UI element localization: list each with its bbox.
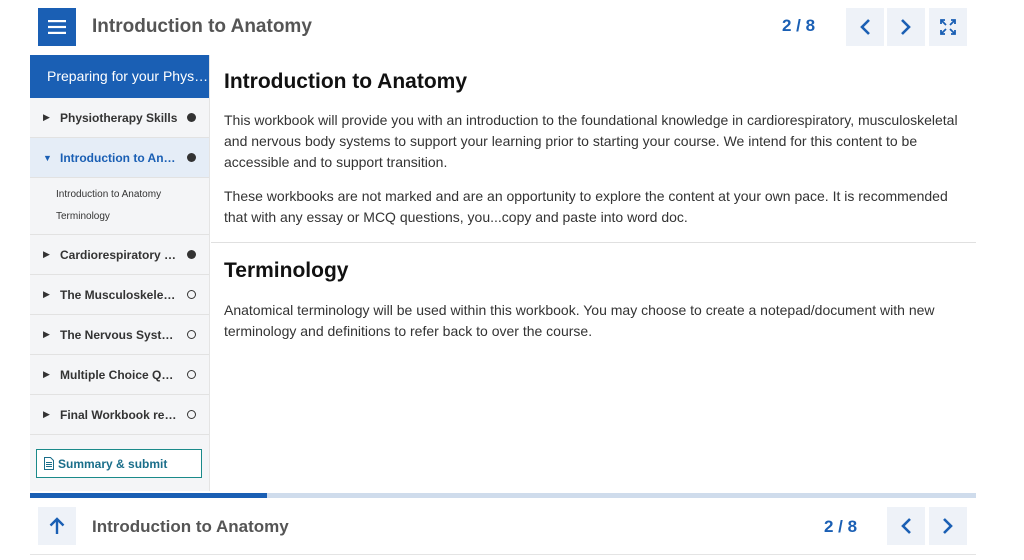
section-paragraph: This workbook will provide you with an i…: [224, 112, 958, 170]
subitem-introduction-to-anatomy[interactable]: Introduction to Anatomy: [56, 184, 209, 206]
sidebar-item-label: Introduction to Anatomy: [60, 150, 178, 165]
section-introduction: Introduction to Anatomy This workbook wi…: [211, 55, 976, 228]
caret-right-icon: ▶: [43, 112, 50, 122]
incomplete-status-icon: [187, 330, 196, 339]
expand-icon: [940, 19, 956, 35]
footer-previous-page-button[interactable]: [887, 507, 925, 545]
previous-page-button[interactable]: [846, 8, 884, 46]
progress-fill: [30, 493, 267, 498]
complete-status-icon: [187, 113, 196, 122]
sidebar-item-multiple-choice[interactable]: ▶ Multiple Choice Questions: [30, 355, 209, 395]
sidebar-heading[interactable]: Preparing for your Physiotherapy degree: [30, 55, 209, 98]
complete-status-icon: [187, 250, 196, 259]
menu-button[interactable]: [38, 8, 76, 46]
incomplete-status-icon: [187, 410, 196, 419]
sidebar-item-label: The Musculoskeletal System: [60, 287, 178, 302]
next-page-button[interactable]: [887, 8, 925, 46]
subitem-terminology[interactable]: Terminology: [56, 206, 209, 228]
sidebar: Preparing for your Physiotherapy degree …: [30, 55, 210, 491]
section-heading: Terminology: [224, 259, 349, 282]
incomplete-status-icon: [187, 370, 196, 379]
document-icon: [44, 457, 54, 470]
progress-bar: [30, 493, 976, 498]
hamburger-menu-icon: [48, 20, 66, 34]
sidebar-item-nervous-system[interactable]: ▶ The Nervous System: [30, 315, 209, 355]
bottom-bar: Introduction to Anatomy 2 / 8: [30, 500, 976, 555]
section-divider: [211, 242, 976, 243]
chevron-left-icon: [901, 518, 911, 534]
caret-right-icon: ▶: [43, 289, 50, 299]
caret-right-icon: ▶: [43, 369, 50, 379]
summary-submit-label: Summary & submit: [58, 456, 168, 471]
chevron-right-icon: [943, 518, 953, 534]
section-paragraph: Anatomical terminology will be used with…: [224, 302, 935, 339]
caret-right-icon: ▶: [43, 409, 50, 419]
page-title: Introduction to Anatomy: [92, 16, 312, 37]
sidebar-subitems: Introduction to Anatomy Terminology: [30, 178, 209, 235]
sidebar-item-label: Cardiorespiratory System: [60, 247, 178, 262]
sidebar-item-label: Final Workbook reflection: [60, 407, 178, 422]
caret-right-icon: ▶: [43, 329, 50, 339]
sidebar-item-physiotherapy-skills[interactable]: ▶ Physiotherapy Skills: [30, 98, 209, 138]
footer-title: Introduction to Anatomy: [92, 517, 289, 536]
chevron-right-icon: [901, 19, 911, 35]
caret-down-icon: ▼: [43, 152, 52, 163]
main-content: Introduction to Anatomy This workbook wi…: [211, 55, 976, 491]
fullscreen-button[interactable]: [929, 8, 967, 46]
caret-right-icon: ▶: [43, 249, 50, 259]
footer-page-counter: 2 / 8: [824, 517, 858, 536]
incomplete-status-icon: [187, 290, 196, 299]
sidebar-item-label: Multiple Choice Questions: [60, 367, 178, 382]
sidebar-item-introduction-to-anatomy[interactable]: ▼ Introduction to Anatomy: [30, 138, 209, 178]
arrow-up-icon: [49, 517, 65, 534]
scroll-to-top-button[interactable]: [38, 507, 76, 545]
complete-status-icon: [187, 153, 196, 162]
section-terminology: Terminology Anatomical terminology will …: [211, 259, 959, 342]
top-bar: Introduction to Anatomy 2 / 8: [30, 0, 976, 55]
section-heading: Introduction to Anatomy: [224, 70, 468, 93]
sidebar-item-final-workbook[interactable]: ▶ Final Workbook reflection: [30, 395, 209, 435]
page-counter: 2 / 8: [782, 16, 816, 35]
footer-next-page-button[interactable]: [929, 507, 967, 545]
sidebar-item-label: Physiotherapy Skills: [60, 110, 178, 125]
sidebar-item-cardiorespiratory[interactable]: ▶ Cardiorespiratory System: [30, 235, 209, 275]
summary-submit-button[interactable]: Summary & submit: [36, 449, 202, 478]
section-paragraph: These workbooks are not marked and are a…: [224, 188, 948, 225]
chevron-left-icon: [860, 19, 870, 35]
sidebar-item-musculoskeletal[interactable]: ▶ The Musculoskeletal System: [30, 275, 209, 315]
sidebar-item-label: The Nervous System: [60, 327, 178, 342]
